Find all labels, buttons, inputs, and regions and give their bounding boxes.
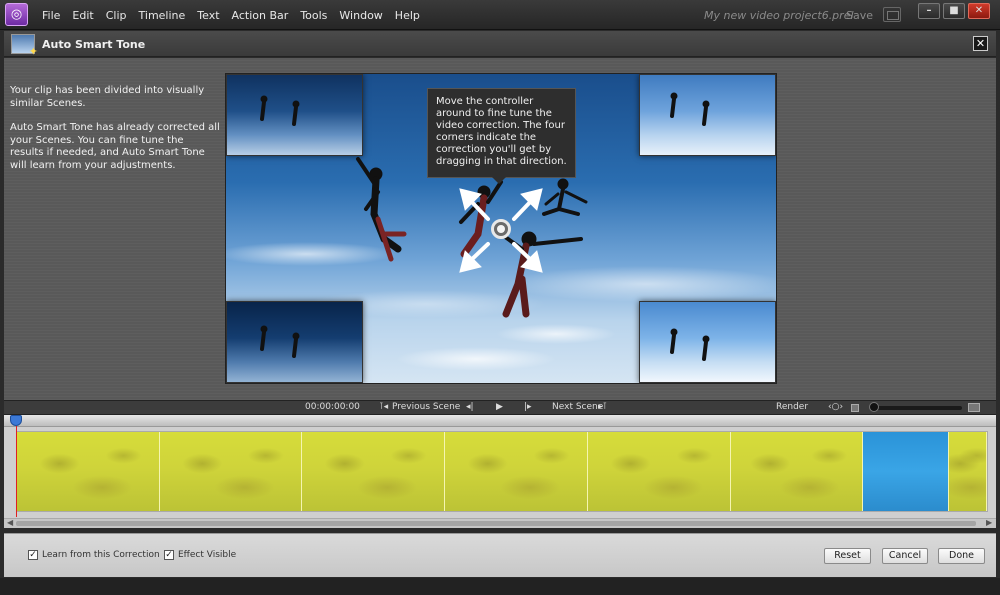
zoom-out-icon[interactable]: [851, 404, 859, 412]
scroll-right-icon[interactable]: ▶: [986, 518, 992, 527]
project-name: My new video project6.prel: [704, 9, 854, 22]
zoom-slider-track[interactable]: [870, 406, 962, 410]
scroll-left-icon[interactable]: ◀: [7, 518, 13, 527]
smart-tone-icon: [11, 34, 38, 58]
menu-item-tools[interactable]: Tools: [300, 9, 327, 22]
scene-5[interactable]: [587, 432, 731, 511]
checkbox-box[interactable]: ✓: [28, 550, 38, 560]
status-strip: [0, 578, 1000, 595]
tone-controller-handle[interactable]: [491, 219, 511, 239]
step-forward-icon[interactable]: |▸: [524, 402, 532, 412]
app-logo-icon[interactable]: ◎: [5, 3, 28, 26]
scene-strip: [16, 431, 988, 512]
zoom-slider-handle[interactable]: [869, 402, 879, 412]
close-window-button[interactable]: ✕: [968, 3, 990, 19]
scene-2[interactable]: [159, 432, 303, 511]
menu-item-text[interactable]: Text: [197, 9, 219, 22]
effect-visible-label: Effect Visible: [178, 550, 237, 560]
playhead-line: [16, 426, 17, 517]
checkbox-box[interactable]: ✓: [164, 550, 174, 560]
play-icon[interactable]: ▶: [496, 402, 503, 412]
effect-visible-checkbox[interactable]: ✓ Effect Visible: [164, 550, 236, 560]
app-window: ◎ File Edit Clip Timeline Text Action Bar Tool…: [0, 0, 1000, 595]
transport-bar: 00:00:00:00 ⊺◂ Previous Scene ◂| ▶ |▸ Ne…: [4, 400, 996, 415]
zoom-fit-icon[interactable]: ‹○›: [828, 402, 843, 412]
video-preview[interactable]: Move the controller around to fine tune …: [225, 73, 777, 384]
panel-title: Auto Smart Tone: [42, 38, 146, 51]
scene-7[interactable]: [863, 432, 950, 511]
instructions-para-1: Your clip has been divided into visually…: [10, 85, 205, 109]
menu: File Edit Clip Timeline Text Action Bar Tools W…: [42, 0, 432, 30]
timeline: ◀ ▶: [4, 415, 996, 528]
cancel-button[interactable]: Cancel: [882, 548, 928, 564]
bottom-bar: ✓ Learn from this Correction ✓ Effect Vi…: [4, 533, 996, 577]
panel-header: Auto Smart Tone ✕: [4, 31, 996, 58]
timeline-scrollbar[interactable]: ◀ ▶: [4, 518, 996, 528]
learn-label: Learn from this Correction: [42, 550, 160, 560]
scene-8[interactable]: [949, 432, 987, 511]
scrollbar-thumb[interactable]: [16, 521, 976, 526]
menu-item-clip[interactable]: Clip: [106, 9, 127, 22]
maximize-button[interactable]: ■: [943, 3, 965, 19]
scene-6[interactable]: [730, 432, 864, 511]
instructions-para-2: Auto Smart Tone has already corrected al…: [10, 122, 220, 171]
instructions: Your clip has been divided into visually…: [10, 85, 220, 184]
render-button[interactable]: Render: [776, 402, 808, 412]
scene-1[interactable]: [17, 432, 160, 511]
reset-button[interactable]: Reset: [824, 548, 871, 564]
next-scene-button[interactable]: Next Scene: [552, 402, 603, 412]
menu-bar: ◎ File Edit Clip Timeline Text Action Bar Tool…: [0, 0, 1000, 30]
menu-item-action-bar[interactable]: Action Bar: [232, 9, 289, 22]
zoom-in-icon[interactable]: [968, 403, 980, 412]
previous-scene-button[interactable]: Previous Scene: [392, 402, 460, 412]
fullscreen-icon[interactable]: [883, 7, 901, 22]
timecode: 00:00:00:00: [305, 402, 360, 412]
done-button[interactable]: Done: [938, 548, 985, 564]
close-panel-button[interactable]: ✕: [973, 36, 988, 51]
menu-item-file[interactable]: File: [42, 9, 60, 22]
menu-item-timeline[interactable]: Timeline: [139, 9, 186, 22]
previous-scene-icon[interactable]: ⊺◂: [379, 402, 388, 412]
scene-4[interactable]: [445, 432, 588, 511]
menu-item-window[interactable]: Window: [339, 9, 382, 22]
help-tooltip: Move the controller around to fine tune …: [427, 88, 576, 184]
save-button[interactable]: Save: [846, 9, 873, 22]
menu-item-help[interactable]: Help: [395, 9, 420, 22]
scene-3[interactable]: [302, 432, 446, 511]
menu-item-edit[interactable]: Edit: [72, 9, 93, 22]
minimize-button[interactable]: –: [918, 3, 940, 19]
step-back-icon[interactable]: ◂|: [466, 402, 474, 412]
next-scene-icon[interactable]: ▸⊺: [598, 402, 607, 412]
timeline-ruler[interactable]: [4, 415, 996, 427]
window-controls: – ■ ✕: [918, 3, 993, 19]
learn-from-correction-checkbox[interactable]: ✓ Learn from this Correction: [28, 550, 160, 560]
